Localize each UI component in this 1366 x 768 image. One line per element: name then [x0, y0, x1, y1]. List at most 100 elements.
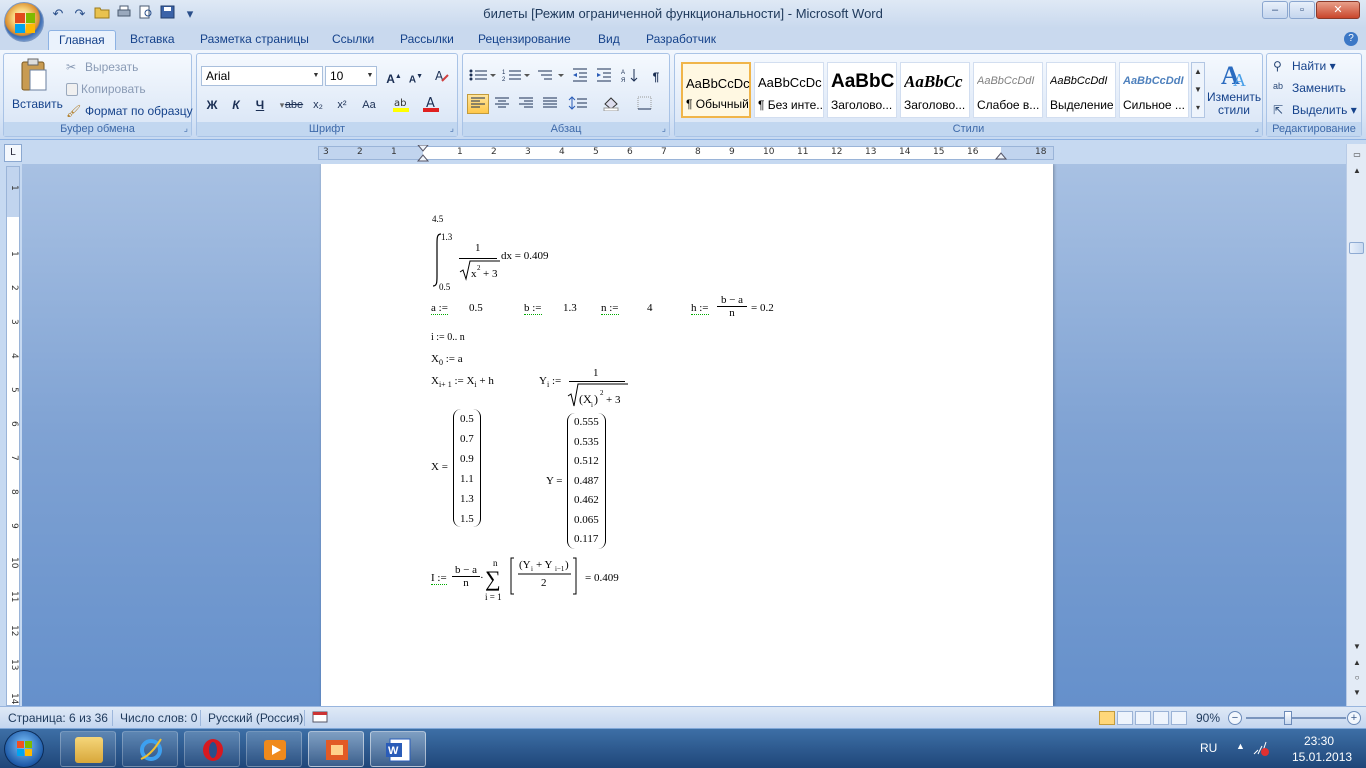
align-right-icon[interactable]	[515, 94, 537, 114]
subscript-button[interactable]: x₂	[307, 94, 329, 114]
paragraph-launcher-icon[interactable]: ⌟	[662, 123, 666, 134]
taskbar-mathcad[interactable]	[308, 731, 364, 767]
tab-selector[interactable]: L	[4, 144, 22, 162]
font-size-combo[interactable]: 10 ▼	[325, 66, 377, 86]
tab-home[interactable]: Главная	[48, 30, 116, 50]
document-area[interactable]: 4.5 1.3 0.5 1 x 2 + 3 dx = 0.409 a := 0.5 …	[22, 164, 1346, 706]
zoom-in-icon[interactable]: +	[1347, 711, 1361, 725]
borders-icon[interactable]	[635, 94, 663, 114]
font-name-combo[interactable]: Arial ▼	[201, 66, 323, 86]
copy-button[interactable]: Копировать	[66, 82, 146, 97]
style-subtle-emphasis[interactable]: AaBbCcDdI Слабое в...	[973, 62, 1043, 118]
ruler-toggle-icon[interactable]: ▭	[1350, 148, 1364, 162]
bullets-icon[interactable]	[467, 66, 497, 86]
horizontal-ruler[interactable]: 3 2 1 1 2 3 4 5 6 7 8 9 10 11 12 13 14 15 16 18	[318, 145, 1054, 163]
taskbar-word[interactable]: W	[370, 731, 426, 767]
paste-button[interactable]: Вставить	[12, 58, 63, 111]
taskbar-ie[interactable]	[122, 731, 178, 767]
tab-developer[interactable]: Разработчик	[636, 30, 726, 50]
line-spacing-icon[interactable]	[567, 94, 595, 114]
browse-object-icon[interactable]: ○	[1350, 671, 1364, 685]
decrease-indent-icon[interactable]	[569, 66, 591, 86]
clear-formatting-icon[interactable]: A	[431, 66, 453, 86]
network-icon[interactable]	[1252, 740, 1270, 759]
align-left-icon[interactable]	[467, 94, 489, 114]
find-button[interactable]: ⚲ Найти ▾	[1273, 59, 1336, 75]
cut-button[interactable]: ✂ Вырезать	[66, 60, 138, 76]
previous-page-icon[interactable]: ▲	[1350, 656, 1364, 670]
style-intense-emphasis[interactable]: AaBbCcDdI Сильное ...	[1119, 62, 1189, 118]
taskbar-opera[interactable]	[184, 731, 240, 767]
format-painter-button[interactable]: 🖌 Формат по образцу	[66, 104, 193, 120]
shading-icon[interactable]	[601, 94, 629, 114]
zoom-slider-thumb[interactable]	[1284, 711, 1292, 725]
justify-icon[interactable]	[539, 94, 561, 114]
help-icon[interactable]: ?	[1344, 32, 1358, 46]
underline-button[interactable]: Ч	[249, 94, 271, 114]
tab-references[interactable]: Ссылки	[322, 30, 384, 50]
chevron-down-icon[interactable]: ▼	[364, 67, 376, 85]
style-heading2[interactable]: AaBbCc Заголово...	[900, 62, 970, 118]
close-button[interactable]: ✕	[1316, 1, 1360, 19]
clock-date[interactable]: 15.01.2013	[1292, 750, 1352, 764]
style-normal[interactable]: AaBbCcDc ¶ Обычный	[681, 62, 751, 118]
minimize-button[interactable]: –	[1262, 1, 1288, 19]
sort-icon[interactable]: АЯ	[619, 66, 641, 86]
tab-insert[interactable]: Вставка	[120, 30, 185, 50]
show-formatting-button[interactable]: ¶	[645, 66, 667, 86]
page-indicator[interactable]: Страница: 6 из 36	[8, 711, 108, 725]
indent-marker-icon[interactable]	[416, 145, 430, 163]
styles-scroll[interactable]: ▲ ▼ ▾	[1191, 62, 1205, 118]
highlight-icon[interactable]: ab	[391, 94, 413, 114]
style-heading1[interactable]: AaBbC Заголово...	[827, 62, 897, 118]
document-page[interactable]: 4.5 1.3 0.5 1 x 2 + 3 dx = 0.409 a := 0.5 …	[321, 164, 1053, 706]
tab-page-layout[interactable]: Разметка страницы	[190, 30, 319, 50]
zoom-level[interactable]: 90%	[1196, 711, 1220, 725]
grow-font-icon[interactable]: A▲	[383, 66, 405, 86]
vertical-scrollbar[interactable]: ▭ ▲ ▼ ▲ ○ ▼	[1346, 144, 1366, 706]
macro-recording-icon[interactable]	[312, 710, 328, 727]
draft-view-icon[interactable]	[1171, 711, 1187, 725]
start-button[interactable]	[4, 730, 44, 768]
scroll-up-icon[interactable]: ▲	[1350, 164, 1364, 178]
styles-launcher-icon[interactable]: ⌟	[1255, 123, 1259, 134]
taskbar-media-player[interactable]	[246, 731, 302, 767]
web-layout-icon[interactable]	[1135, 711, 1151, 725]
clipboard-launcher-icon[interactable]: ⌟	[184, 123, 188, 134]
increase-indent-icon[interactable]	[593, 66, 615, 86]
strikethrough-button[interactable]: abe	[283, 94, 305, 114]
superscript-button[interactable]: x²	[331, 94, 353, 114]
replace-button[interactable]: ab Заменить	[1273, 81, 1346, 97]
print-layout-view-icon[interactable]	[1099, 711, 1115, 725]
next-page-icon[interactable]: ▼	[1350, 686, 1364, 700]
tab-mailings[interactable]: Рассылки	[390, 30, 464, 50]
numbering-icon[interactable]: 12	[501, 66, 531, 86]
scroll-down-icon[interactable]: ▼	[1350, 640, 1364, 654]
right-indent-marker-icon[interactable]	[995, 150, 1007, 160]
taskbar-explorer[interactable]	[60, 731, 116, 767]
language-switch[interactable]: RU	[1200, 741, 1217, 755]
language-indicator[interactable]: Русский (Россия)	[208, 711, 303, 725]
scroll-thumb[interactable]	[1349, 242, 1364, 254]
zoom-slider[interactable]	[1246, 717, 1346, 719]
vertical-ruler[interactable]: 1 1 2 3 4 5 6 7 8 9 10 11 12 13 14	[6, 166, 20, 706]
select-button[interactable]: ⇱ Выделить ▾	[1273, 103, 1357, 119]
shrink-font-icon[interactable]: A▼	[405, 66, 427, 86]
chevron-down-icon[interactable]: ▼	[310, 67, 322, 85]
outline-view-icon[interactable]	[1153, 711, 1169, 725]
clock-time[interactable]: 23:30	[1304, 734, 1334, 748]
word-count[interactable]: Число слов: 0	[120, 711, 197, 725]
italic-button[interactable]: К	[225, 94, 247, 114]
align-center-icon[interactable]	[491, 94, 513, 114]
multilevel-list-icon[interactable]	[535, 66, 565, 86]
office-button[interactable]	[4, 2, 44, 42]
zoom-out-icon[interactable]: −	[1228, 711, 1242, 725]
style-no-spacing[interactable]: AaBbCcDc ¶ Без инте...	[754, 62, 824, 118]
change-styles-button[interactable]: AA Изменить стили	[1207, 60, 1261, 117]
tab-review[interactable]: Рецензирование	[468, 30, 581, 50]
full-screen-reading-icon[interactable]	[1117, 711, 1133, 725]
font-color-icon[interactable]: A	[421, 94, 443, 114]
style-emphasis[interactable]: AaBbCcDdI Выделение	[1046, 62, 1116, 118]
tab-view[interactable]: Вид	[588, 30, 630, 50]
maximize-button[interactable]: ▫	[1289, 1, 1315, 19]
